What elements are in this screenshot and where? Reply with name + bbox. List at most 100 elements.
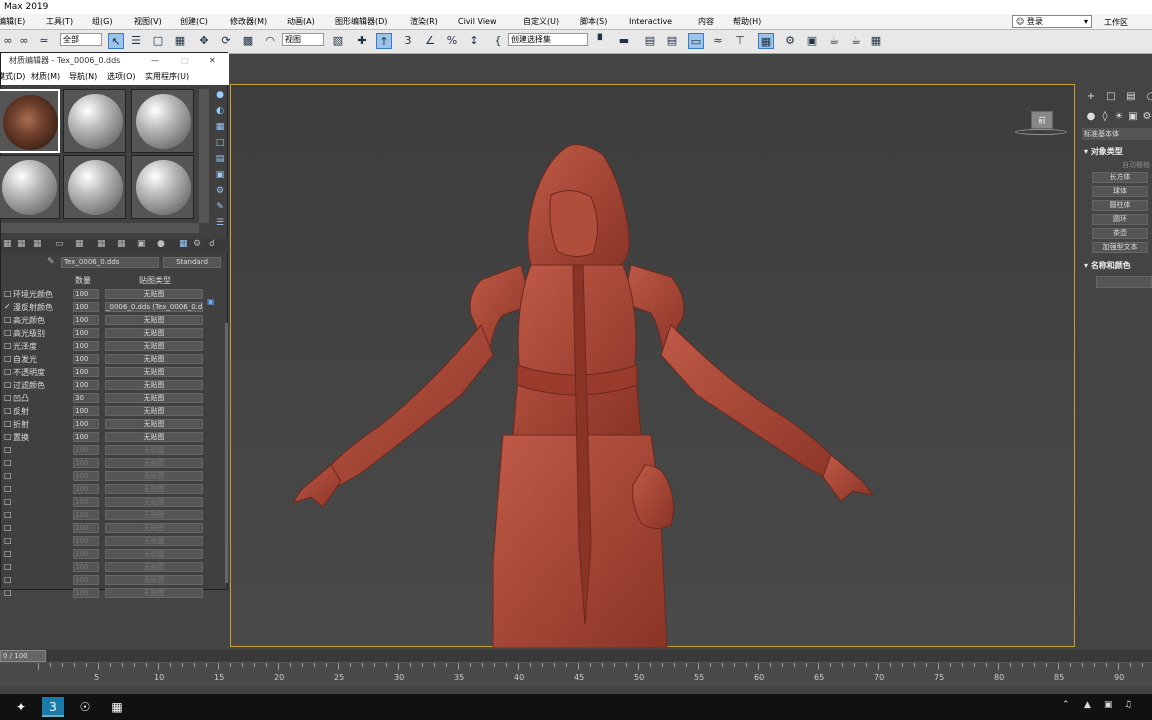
percent-snap-icon[interactable]: %: [444, 33, 460, 49]
menu-create[interactable]: 创建(C): [180, 14, 208, 30]
select-manipulate-icon[interactable]: ✚: [354, 33, 370, 49]
time-slider[interactable]: 0 / 100: [0, 650, 1152, 662]
snaps-toggle-icon[interactable]: 3: [400, 33, 416, 49]
map-slot-button[interactable]: 无贴图: [105, 328, 203, 338]
get-material-icon[interactable]: ▦: [3, 239, 12, 249]
map-enable-checkbox[interactable]: □: [4, 367, 12, 376]
map-slot-button[interactable]: 无贴图: [105, 393, 203, 403]
map-slot-button[interactable]: 无贴图: [105, 588, 203, 598]
map-slot-button[interactable]: 无贴图: [105, 432, 203, 442]
map-amount-spinner[interactable]: 100: [73, 328, 99, 338]
sample-slot-3[interactable]: [131, 89, 194, 153]
sample-type-icon[interactable]: ●: [214, 89, 226, 101]
map-slot-button[interactable]: 无贴图: [105, 484, 203, 494]
menu-content[interactable]: 内容: [698, 14, 714, 30]
scene-explorer-icon[interactable]: ▤: [642, 33, 658, 49]
rendered-frame-window-icon[interactable]: ▣: [804, 33, 820, 49]
keyboard-shortcut-override-icon[interactable]: ↑: [376, 33, 392, 49]
backlight-icon[interactable]: ◐: [214, 105, 226, 117]
select-scale-icon[interactable]: ▩: [240, 33, 256, 49]
me-menu-modes[interactable]: 模式(D): [0, 69, 25, 85]
map-slot-button[interactable]: 无贴图: [105, 445, 203, 455]
create-tab-icon[interactable]: +: [1084, 90, 1098, 104]
map-enable-checkbox[interactable]: □: [4, 549, 12, 558]
modify-tab-icon[interactable]: □: [1104, 90, 1118, 104]
map-enable-checkbox[interactable]: □: [4, 315, 12, 324]
render-setup-icon[interactable]: ⚙: [782, 33, 798, 49]
map-enable-checkbox[interactable]: □: [4, 575, 12, 584]
map-amount-spinner[interactable]: 100: [73, 354, 99, 364]
select-by-name-icon[interactable]: ☰: [128, 33, 144, 49]
monitor-icon[interactable]: ▣: [1104, 700, 1113, 710]
edit-named-selection-icon[interactable]: {: [490, 33, 506, 49]
map-slot-button[interactable]: 无贴图: [105, 562, 203, 572]
map-enable-checkbox[interactable]: □: [4, 458, 12, 467]
sample-slot-2[interactable]: [63, 89, 126, 153]
torus-button[interactable]: 圆环: [1092, 214, 1148, 225]
volume-icon[interactable]: ♫: [1124, 700, 1132, 710]
map-slot-button[interactable]: 无贴图: [105, 549, 203, 559]
maps-scrollbar[interactable]: [225, 323, 228, 583]
map-amount-spinner[interactable]: 100: [73, 419, 99, 429]
map-amount-spinner[interactable]: 100: [73, 562, 99, 572]
material-map-navigator-icon[interactable]: ☰: [214, 217, 226, 229]
perspective-viewport[interactable]: 前: [230, 84, 1075, 648]
map-slot-button[interactable]: 无贴图: [105, 380, 203, 390]
render-iterative-icon[interactable]: ☕: [848, 33, 864, 49]
map-amount-spinner[interactable]: 100: [73, 445, 99, 455]
slot-hscrollbar[interactable]: [1, 223, 199, 233]
map-amount-spinner[interactable]: 100: [73, 484, 99, 494]
map-enable-checkbox[interactable]: □: [4, 393, 12, 402]
helpers-icon[interactable]: ⚙: [1140, 110, 1152, 124]
toggle-ribbon-icon[interactable]: ▭: [688, 33, 704, 49]
autogrid-checkbox[interactable]: 自动栅格: [1122, 160, 1150, 170]
menu-edit[interactable]: 编辑(E): [0, 14, 25, 30]
unlink-icon[interactable]: ∞: [16, 33, 32, 49]
map-enable-checkbox[interactable]: □: [4, 445, 12, 454]
render-production-icon[interactable]: ☕: [826, 33, 842, 49]
menu-civil-view[interactable]: Civil View: [458, 14, 497, 30]
show-shaded-material-icon[interactable]: ▣: [137, 239, 146, 249]
object-type-rollout[interactable]: ▾ 对象类型: [1084, 146, 1123, 157]
pivot-point-icon[interactable]: ▧: [330, 33, 346, 49]
network-icon[interactable]: ▲: [1084, 700, 1091, 710]
map-amount-spinner[interactable]: 100: [73, 575, 99, 585]
material-editor-icon[interactable]: ▦: [758, 33, 774, 49]
map-amount-spinner[interactable]: 100: [73, 289, 99, 299]
put-to-library-icon[interactable]: ▦: [97, 239, 106, 249]
sphere-button[interactable]: 球体: [1092, 186, 1148, 197]
menu-scripting[interactable]: 脚本(S): [580, 14, 607, 30]
map-amount-spinner[interactable]: 100: [73, 341, 99, 351]
menu-group[interactable]: 组(G): [92, 14, 112, 30]
app-taskbar-icon[interactable]: ☉: [74, 697, 96, 717]
menu-customize[interactable]: 自定义(U): [523, 14, 559, 30]
time-slider-thumb[interactable]: 0 / 100: [0, 650, 46, 662]
video-color-check-icon[interactable]: ▤: [214, 153, 226, 165]
geometry-icon[interactable]: ●: [1084, 110, 1098, 124]
rectangular-selection-icon[interactable]: □: [150, 33, 166, 49]
map-amount-spinner[interactable]: 100: [73, 315, 99, 325]
map-slot-button[interactable]: 无贴图: [105, 354, 203, 364]
name-color-rollout[interactable]: ▾ 名称和颜色: [1084, 260, 1131, 271]
curve-editor-icon[interactable]: ≈: [710, 33, 726, 49]
menu-graph-editors[interactable]: 图形编辑器(D): [335, 14, 387, 30]
align-icon[interactable]: ▬: [616, 33, 632, 49]
select-by-material-icon[interactable]: ✎: [214, 201, 226, 213]
map-enable-checkbox[interactable]: □: [4, 406, 12, 415]
textplus-button[interactable]: 加强型文本: [1092, 242, 1148, 253]
search-icon[interactable]: ☌: [209, 239, 215, 249]
map-slot-button[interactable]: 无贴图: [105, 575, 203, 585]
schematic-view-icon[interactable]: ⊤: [732, 33, 748, 49]
map-enable-checkbox[interactable]: □: [4, 354, 12, 363]
map-enable-checkbox[interactable]: □: [4, 380, 12, 389]
workspace-label[interactable]: 工作区: [1104, 15, 1128, 31]
map-slot-button[interactable]: 无贴图: [105, 367, 203, 377]
map-slot-button[interactable]: 无贴图: [105, 289, 203, 299]
maximize-icon[interactable]: □: [181, 53, 189, 69]
map-amount-spinner[interactable]: 100: [73, 471, 99, 481]
map-slot-button[interactable]: 无贴图: [105, 341, 203, 351]
map-slot-button[interactable]: 无贴图: [105, 315, 203, 325]
me-menu-options[interactable]: 选项(O): [107, 69, 136, 85]
map-slot-button[interactable]: 无贴图: [105, 510, 203, 520]
start-icon[interactable]: ✦: [10, 697, 32, 717]
